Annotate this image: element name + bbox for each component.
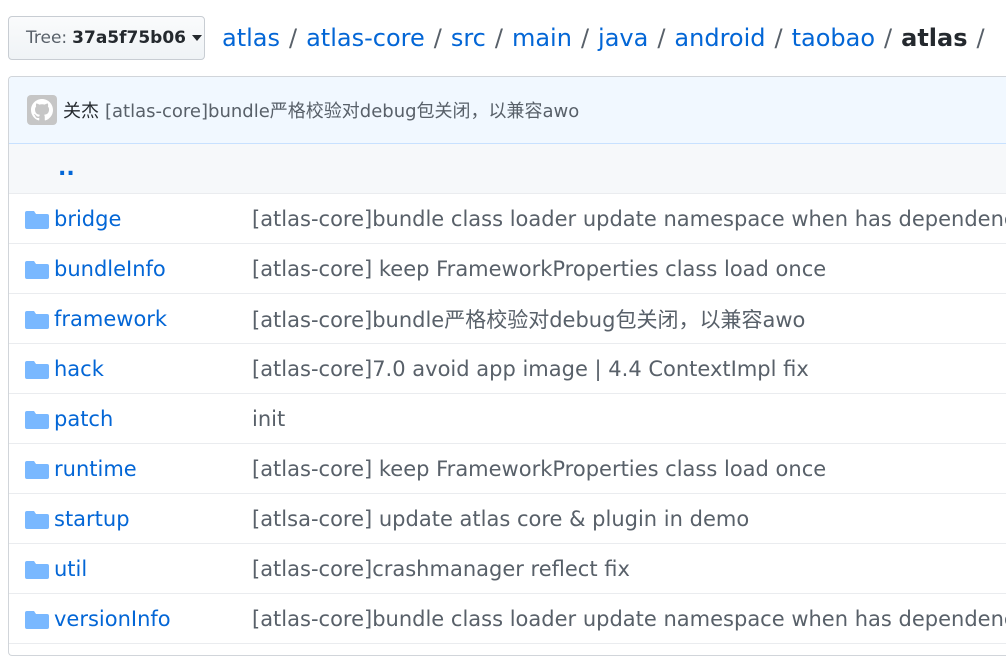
parent-directory-link[interactable]: .. <box>58 157 75 180</box>
file-row-runtime: runtime [atlas-core] keep FrameworkPrope… <box>9 444 1006 494</box>
tree-label: Tree: <box>26 28 68 48</box>
file-row-startup: startup [atlsa-core] update atlas core &… <box>9 494 1006 544</box>
breadcrumb-separator: / <box>433 24 442 52</box>
breadcrumb-link-android[interactable]: android <box>674 24 765 52</box>
file-row-bridge: bridge [atlas-core]bundle class loader u… <box>9 194 1006 244</box>
breadcrumb-link-taobao[interactable]: taobao <box>792 24 875 52</box>
breadcrumb-separator: / <box>580 24 590 52</box>
file-commit-message[interactable]: [atlas-core] keep FrameworkProperties cl… <box>252 257 826 281</box>
breadcrumb-link-main[interactable]: main <box>512 24 572 52</box>
folder-icon <box>25 261 49 279</box>
file-row-framework: framework [atlas-core]bundle严格校验对debug包关… <box>9 294 1006 344</box>
file-commit-message[interactable]: [atlas-core] keep FrameworkProperties cl… <box>252 457 826 481</box>
commit-author[interactable]: 关杰 <box>63 97 99 123</box>
file-row-hack: hack [atlas-core]7.0 avoid app image | 4… <box>9 344 1006 394</box>
file-name-link[interactable]: startup <box>54 507 130 531</box>
breadcrumb-link-java[interactable]: java <box>598 24 648 52</box>
tree-select-button[interactable]: Tree: 37a5f75b06 <box>8 16 205 60</box>
breadcrumb-separator: / <box>494 24 503 52</box>
file-name-link[interactable]: patch <box>54 407 113 431</box>
file-row-util: util [atlas-core]crashmanager reflect fi… <box>9 544 1006 594</box>
breadcrumb: atlas / atlas-core / src / main / java /… <box>222 19 994 57</box>
file-name-link[interactable]: versionInfo <box>54 607 171 631</box>
tree-sha: 37a5f75b06 <box>72 28 186 48</box>
latest-commit-bar: 关杰 [atlas-core]bundle严格校验对debug包关闭，以兼容aw… <box>9 77 1006 144</box>
folder-icon <box>25 211 49 229</box>
breadcrumb-separator: / <box>884 24 893 52</box>
file-name-link[interactable]: hack <box>54 357 104 381</box>
file-commit-message[interactable]: [atlas-core]bundle class loader update n… <box>252 607 1006 631</box>
folder-icon <box>25 611 49 629</box>
file-list: 关杰 [atlas-core]bundle严格校验对debug包关闭，以兼容aw… <box>8 76 1006 656</box>
breadcrumb-link-atlas[interactable]: atlas <box>222 24 280 52</box>
file-row-bundleinfo: bundleInfo [atlas-core] keep FrameworkPr… <box>9 244 1006 294</box>
breadcrumb-link-atlas-core[interactable]: atlas-core <box>306 24 425 52</box>
file-name-link[interactable]: bridge <box>54 207 121 231</box>
breadcrumb-current: atlas <box>901 24 968 52</box>
file-commit-message[interactable]: [atlsa-core] update atlas core & plugin … <box>252 507 749 531</box>
file-commit-message[interactable]: init <box>252 407 285 431</box>
breadcrumb-link-src[interactable]: src <box>451 24 486 52</box>
breadcrumb-separator: / <box>774 24 783 52</box>
github-avatar-icon[interactable] <box>27 95 57 125</box>
parent-directory-row[interactable]: .. <box>9 144 1006 194</box>
breadcrumb-separator: / <box>976 24 985 52</box>
folder-icon <box>25 511 49 529</box>
folder-icon <box>25 311 49 329</box>
folder-icon <box>25 411 49 429</box>
top-bar: Tree: 37a5f75b06 atlas / atlas-core / sr… <box>0 0 1006 76</box>
file-commit-message[interactable]: [atlas-core]7.0 avoid app image | 4.4 Co… <box>252 357 809 381</box>
file-row-versioninfo: versionInfo [atlas-core]bundle class loa… <box>9 594 1006 644</box>
folder-icon <box>25 561 49 579</box>
file-name-link[interactable]: runtime <box>54 457 137 481</box>
file-name-link[interactable]: util <box>54 557 87 581</box>
file-row-patch: patch init <box>9 394 1006 444</box>
file-commit-message[interactable]: [atlas-core]bundle class loader update n… <box>252 207 1006 231</box>
file-name-link[interactable]: bundleInfo <box>54 257 166 281</box>
breadcrumb-separator: / <box>657 24 666 52</box>
folder-icon <box>25 461 49 479</box>
file-commit-message[interactable]: [atlas-core]bundle严格校验对debug包关闭，以兼容awo <box>252 304 805 334</box>
caret-down-icon <box>192 35 202 41</box>
commit-message[interactable]: [atlas-core]bundle严格校验对debug包关闭，以兼容awo <box>105 97 579 123</box>
breadcrumb-separator: / <box>289 24 298 52</box>
file-commit-message[interactable]: [atlas-core]crashmanager reflect fix <box>252 557 630 581</box>
folder-icon <box>25 361 49 379</box>
file-name-link[interactable]: framework <box>54 307 167 331</box>
